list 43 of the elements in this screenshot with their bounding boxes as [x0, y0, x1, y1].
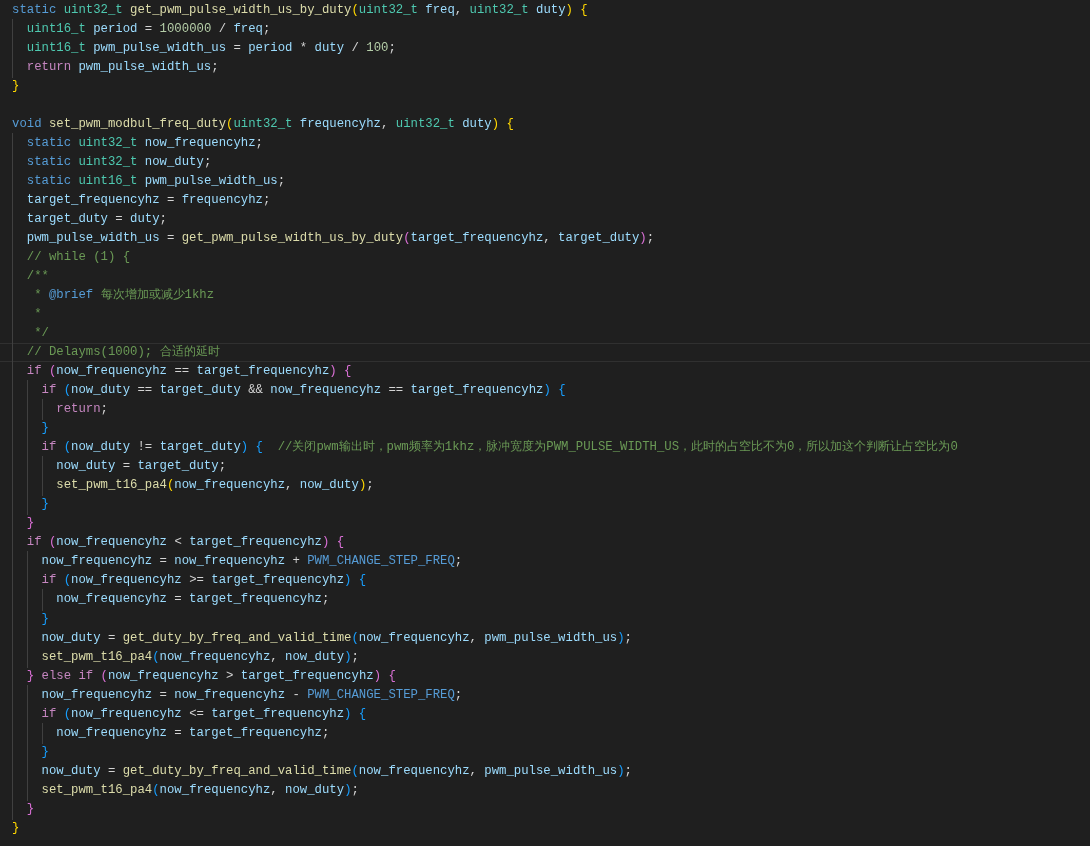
code-line: * @brief 每次增加或减少1khz: [12, 286, 215, 306]
code-line: }: [12, 78, 20, 96]
code-line: now_frequencyhz = target_frequencyhz;: [12, 723, 330, 743]
code-line: if (now_frequencyhz == target_frequencyhz) {: [12, 362, 352, 382]
code-line: now_frequencyhz = now_frequencyhz - PWM_CHANGE_STEP_FREQ;: [12, 685, 463, 705]
code-line: static uint32_t now_frequencyhz;: [12, 134, 263, 154]
code-line: }: [12, 819, 20, 837]
code-line: } else if (now_frequencyhz > target_frequencyhz) {: [12, 666, 396, 686]
code-line: static uint32_t get_pwm_pulse_width_us_by_duty(uint32_t freq, uint32_t duty) {: [12, 2, 588, 19]
code-line: static uint16_t pwm_pulse_width_us;: [12, 172, 286, 192]
code-line: }: [12, 799, 35, 819]
code-line: }: [12, 495, 49, 515]
code-line: target_frequencyhz = frequencyhz;: [12, 191, 271, 211]
code-line: return;: [12, 400, 108, 420]
code-line: void set_pwm_modbul_freq_duty(uint32_t frequencyhz, uint32_t duty) {: [12, 116, 514, 134]
code-line: }: [12, 609, 49, 629]
code-line: static uint32_t now_duty;: [12, 153, 212, 173]
code-line: set_pwm_t16_pa4(now_frequencyhz, now_duty);: [12, 476, 374, 496]
code-line: set_pwm_t16_pa4(now_frequencyhz, now_duty);: [12, 647, 359, 667]
code-line: now_duty = get_duty_by_freq_and_valid_time(now_frequencyhz, pwm_pulse_width_us);: [12, 628, 632, 648]
code-line: /**: [12, 267, 49, 287]
code-line: now_duty = get_duty_by_freq_and_valid_time(now_frequencyhz, pwm_pulse_width_us);: [12, 761, 632, 781]
code-line: if (now_frequencyhz < target_frequencyhz) {: [12, 533, 345, 553]
code-line: *: [12, 305, 42, 325]
code-line: */: [12, 324, 49, 344]
code-line: if (now_duty != target_duty) { //关闭pwm输出时，pwm频率为1khz，脉冲宽度为PWM_PULSE_WIDTH_US，此时的占空比不为0，所以加这个判断让占空比为0: [12, 438, 958, 458]
code-line: set_pwm_t16_pa4(now_frequencyhz, now_duty);: [12, 780, 359, 800]
code-line: }: [12, 419, 49, 439]
code-line: pwm_pulse_width_us = get_pwm_pulse_width_us_by_duty(target_frequencyhz, target_duty);: [12, 229, 655, 249]
code-line: now_frequencyhz = now_frequencyhz + PWM_CHANGE_STEP_FREQ;: [12, 552, 463, 572]
code-line: return pwm_pulse_width_us;: [12, 58, 219, 78]
code-line: now_duty = target_duty;: [12, 457, 227, 477]
code-line: uint16_t pwm_pulse_width_us = period * duty / 100;: [12, 39, 396, 59]
code-line: // while (1) {: [12, 248, 131, 268]
code-line: target_duty = duty;: [12, 210, 167, 230]
code-line: if (now_frequencyhz >= target_frequencyhz) {: [12, 571, 367, 591]
code-line: // Delayms(1000); 合适的延时: [12, 344, 220, 362]
code-line: }: [12, 742, 49, 762]
code-line: if (now_duty == target_duty && now_frequencyhz == target_frequencyhz) {: [12, 381, 566, 401]
code-line: if (now_frequencyhz <= target_frequencyhz) {: [12, 704, 367, 724]
code-line: uint16_t period = 1000000 / freq;: [12, 20, 271, 40]
code-line: now_frequencyhz = target_frequencyhz;: [12, 590, 330, 610]
code-line: }: [12, 514, 35, 534]
